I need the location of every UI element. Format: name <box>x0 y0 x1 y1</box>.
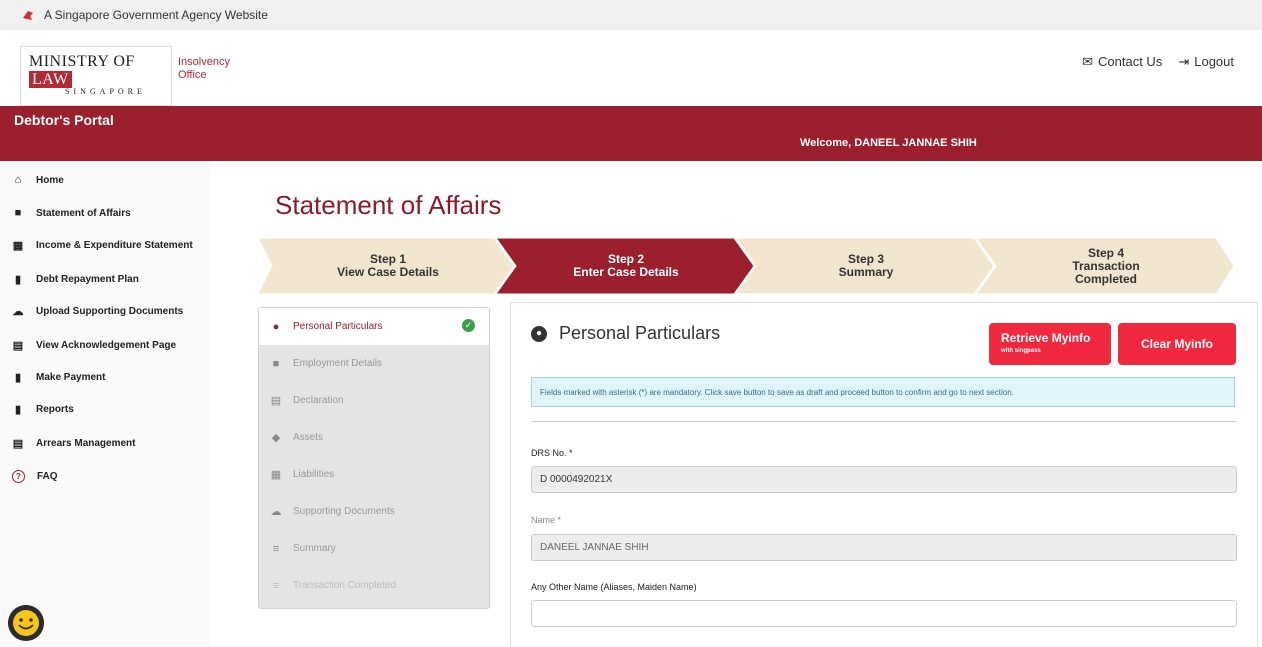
step-3[interactable]: Step 3 Summary <box>756 253 976 279</box>
sidebar-item-income-expenditure[interactable]: ▦ Income & Expenditure Statement <box>12 235 193 255</box>
step-2[interactable]: Step 2 Enter Case Details <box>516 253 736 279</box>
section-liabilities[interactable]: ▦ Liabilities <box>259 456 489 493</box>
page-title: Statement of Affairs <box>275 190 502 220</box>
drs-no-field: D 0000492021X <box>531 466 1237 493</box>
personal-particulars-panel: ● Personal Particulars Retrieve Myinfo w… <box>510 302 1258 647</box>
logout-icon: ⇥ <box>1178 54 1190 69</box>
section-nav: ● Personal Particulars ✓ ■ Employment Deta… <box>258 307 490 609</box>
gov-bar: A Singapore Government Agency Website <box>0 0 1262 30</box>
logo-box: MINISTRY OF LAW SINGAPORE <box>20 46 172 106</box>
section-employment-details[interactable]: ■ Employment Details <box>259 345 489 382</box>
divider <box>531 421 1237 422</box>
other-name-input[interactable] <box>531 600 1237 627</box>
header-links: ✉ Contact Us ⇥ Logout <box>1082 54 1234 70</box>
sidebar-item-home[interactable]: ⌂ Home <box>12 170 64 190</box>
user-circle-icon: ● <box>531 325 547 342</box>
folder-icon: ■ <box>14 207 22 219</box>
section-assets[interactable]: ◆ Assets <box>259 419 489 456</box>
section-personal-particulars[interactable]: ● Personal Particulars ✓ <box>259 308 489 345</box>
envelope-icon: ✉ <box>1082 54 1094 69</box>
portal-banner: Debtor's Portal Welcome, DANEEL JANNAE S… <box>0 106 1262 161</box>
money-icon: ▮ <box>14 273 22 286</box>
logo-subtitle: Insolvency Office <box>178 56 230 81</box>
sidebar-item-faq[interactable]: ? FAQ <box>12 466 58 486</box>
list-check-icon: ≡ <box>272 579 280 592</box>
cloud-upload-icon: ☁ <box>12 305 24 318</box>
sidebar-item-arrears[interactable]: ▤ Arrears Management <box>12 433 136 453</box>
logo-country: SINGAPORE <box>65 87 146 96</box>
user-circle-icon: ● <box>272 320 280 333</box>
gov-bar-text: A Singapore Government Agency Website <box>44 8 268 22</box>
name-field: DANEEL JANNAE SHIH <box>531 534 1237 561</box>
section-transaction-completed[interactable]: ≡ Transaction Completed <box>259 567 489 604</box>
step-progress: Step 1 View Case Details Step 2 Enter Case… <box>258 238 1234 294</box>
question-icon: ? <box>12 469 25 483</box>
sidebar-item-make-payment[interactable]: ▮ Make Payment <box>12 367 106 387</box>
sidebar-item-acknowledgement[interactable]: ▤ View Acknowledgement Page <box>12 335 176 355</box>
site-header: MINISTRY OF LAW SINGAPORE Insolvency Off… <box>0 30 1262 106</box>
chat-assistant-icon[interactable] <box>8 605 44 641</box>
ministry-logo[interactable]: MINISTRY OF LAW SINGAPORE Insolvency Off… <box>20 46 230 106</box>
name-label: Name * <box>531 515 562 525</box>
payment-icon: ▮ <box>14 371 22 384</box>
section-summary[interactable]: ≡ Summary <box>259 530 489 567</box>
arrears-icon: ▤ <box>12 437 24 450</box>
home-icon: ⌂ <box>14 174 22 186</box>
layers-icon: ◆ <box>271 432 281 444</box>
sidebar-item-statement-of-affairs[interactable]: ■ Statement of Affairs <box>12 203 131 223</box>
list-icon: ≡ <box>272 542 280 555</box>
cloud-upload-icon: ☁ <box>270 506 282 518</box>
info-alert: Fields marked with asterisk (*) are mand… <box>531 377 1235 407</box>
document-icon: ▤ <box>12 339 24 352</box>
sidebar: ⌂ Home ■ Statement of Affairs ▦ Income & Ex… <box>0 161 210 646</box>
lion-head-icon <box>23 11 33 20</box>
step-1[interactable]: Step 1 View Case Details <box>278 253 498 279</box>
table-icon: ▦ <box>270 469 282 481</box>
section-declaration[interactable]: ▤ Declaration <box>259 382 489 419</box>
welcome-message: Welcome, DANEEL JANNAE SHIH <box>800 137 977 149</box>
logo-title: MINISTRY OF LAW <box>29 53 135 88</box>
retrieve-myinfo-button[interactable]: Retrieve Myinfo with singpass <box>989 323 1111 365</box>
sidebar-item-upload-documents[interactable]: ☁ Upload Supporting Documents <box>12 301 184 321</box>
form-heading: ● Personal Particulars <box>531 323 720 344</box>
logout-link[interactable]: ⇥ Logout <box>1178 54 1234 70</box>
step-4[interactable]: Step 4 Transaction Completed <box>996 247 1216 286</box>
section-supporting-documents[interactable]: ☁ Supporting Documents <box>259 493 489 530</box>
report-icon: ▮ <box>14 403 22 416</box>
other-name-label: Any Other Name (Aliases, Maiden Name) <box>531 582 697 592</box>
clear-myinfo-button[interactable]: Clear Myinfo <box>1118 323 1236 365</box>
check-icon: ✓ <box>462 319 475 332</box>
calculator-icon: ▦ <box>12 239 24 252</box>
contact-us-link[interactable]: ✉ Contact Us <box>1082 54 1162 70</box>
drs-no-label: DRS No. * <box>531 448 573 458</box>
briefcase-icon: ■ <box>272 357 280 370</box>
sidebar-item-debt-repayment-plan[interactable]: ▮ Debt Repayment Plan <box>12 269 139 289</box>
portal-name: Debtor's Portal <box>14 112 114 128</box>
file-icon: ▤ <box>270 395 282 407</box>
sidebar-item-reports[interactable]: ▮ Reports <box>12 399 74 419</box>
